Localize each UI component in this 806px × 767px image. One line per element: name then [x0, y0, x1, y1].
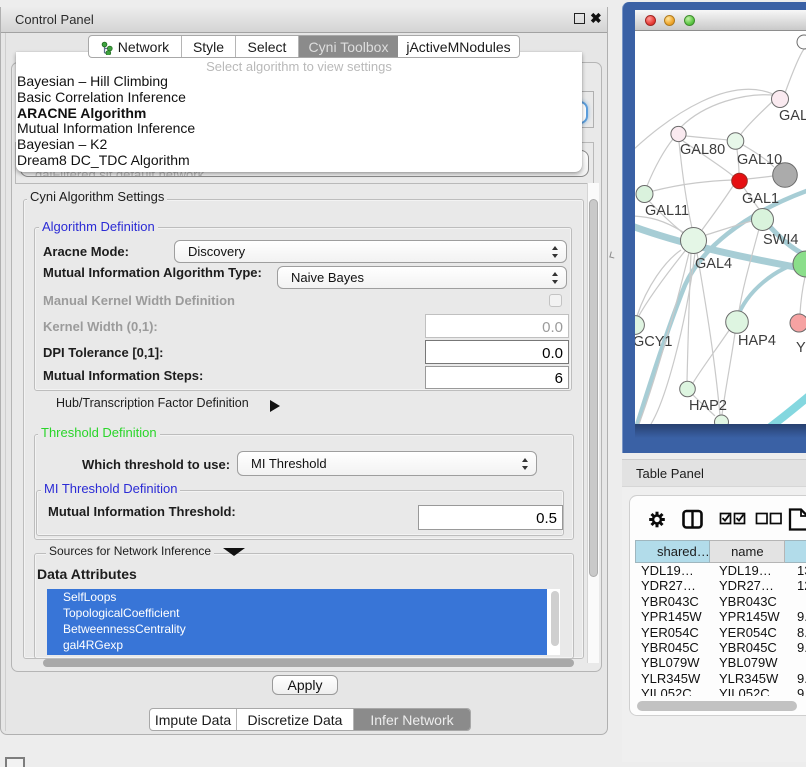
svg-text:GAL10: GAL10: [737, 152, 782, 168]
svg-text:GAL: GAL: [779, 108, 806, 124]
svg-text:GAL1: GAL1: [742, 191, 779, 207]
svg-text:GCY1: GCY1: [635, 334, 673, 350]
svg-text:GAL4: GAL4: [695, 256, 732, 272]
svg-text:GAL80: GAL80: [680, 142, 725, 158]
svg-text:GAL11: GAL11: [645, 203, 689, 219]
svg-text:SWI4: SWI4: [763, 232, 798, 248]
svg-text:HAP4: HAP4: [738, 333, 776, 349]
svg-text:HAP2: HAP2: [689, 398, 727, 414]
svg-text:Y: Y: [796, 340, 806, 356]
